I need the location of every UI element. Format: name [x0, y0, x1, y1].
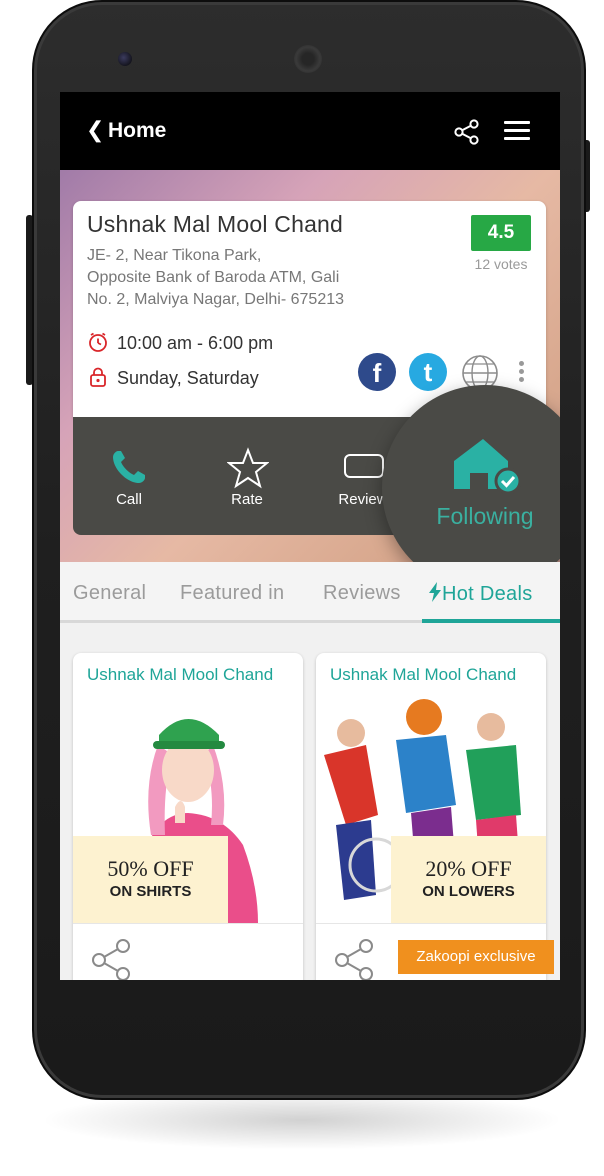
earpiece-speaker	[294, 45, 322, 73]
votes-count: 12 votes	[474, 256, 528, 272]
rate-button[interactable]: Rate	[192, 417, 302, 535]
exclusive-badge: Zakoopi exclusive	[398, 940, 554, 974]
chevron-left-icon[interactable]: ❮	[86, 118, 104, 144]
divider	[73, 923, 303, 924]
page-title[interactable]: Home	[108, 118, 166, 144]
call-button[interactable]: Call	[74, 417, 184, 535]
home-follow-icon	[454, 439, 522, 495]
phone-icon	[113, 451, 145, 483]
offer-detail: ON SHIRTS	[109, 883, 192, 900]
closed-days-row: Sunday, Saturday	[87, 366, 259, 389]
tab-featured-in[interactable]: Featured in	[180, 582, 284, 605]
offer-banner: 20% OFF ON LOWERS	[391, 836, 546, 923]
address-line: No. 2, Malviya Nagar, Delhi- 675213	[87, 291, 345, 308]
tab-general[interactable]: General	[73, 582, 146, 605]
tab-hot-deals[interactable]: Hot Deals	[428, 582, 533, 606]
offer-banner: 50% OFF ON SHIRTS	[73, 836, 228, 923]
deal-card[interactable]: Ushnak Mal Mool Chand 20% OFF ON LOWERS	[316, 653, 546, 980]
review-bubble-icon	[344, 454, 384, 478]
deals-list: Ushnak Mal Mool Chand 50% OFF ON SHIRTS	[60, 623, 560, 980]
more-options-icon[interactable]	[519, 361, 525, 383]
tab-reviews[interactable]: Reviews	[323, 582, 401, 605]
deal-store-name: Ushnak Mal Mool Chand	[87, 665, 274, 684]
lightning-icon	[429, 582, 441, 602]
tab-bar: General Featured in Reviews Hot Deals	[60, 562, 560, 624]
offer-percent: 50% OFF	[107, 856, 194, 881]
hours-text: 10:00 am - 6:00 pm	[117, 333, 274, 353]
star-icon	[227, 447, 269, 489]
tab-hot-deals-label: Hot Deals	[442, 583, 533, 605]
front-camera	[118, 52, 132, 66]
address-line: Opposite Bank of Baroda ATM, Gali	[87, 269, 340, 286]
deal-store-name: Ushnak Mal Mool Chand	[330, 665, 517, 684]
deal-card[interactable]: Ushnak Mal Mool Chand 50% OFF ON SHIRTS	[73, 653, 303, 980]
hours-row: 10:00 am - 6:00 pm	[87, 331, 273, 354]
app-screen: ❮ Home Ushnak Mal Mool Chand 4.5 12 vote…	[60, 92, 560, 980]
closed-days-text: Sunday, Saturday	[117, 368, 259, 388]
facebook-icon[interactable]: f	[358, 353, 396, 391]
offer-detail: ON LOWERS	[422, 883, 515, 900]
share-icon[interactable]	[332, 938, 376, 980]
twitter-icon[interactable]: t	[409, 353, 447, 391]
share-icon[interactable]	[453, 118, 481, 146]
share-icon[interactable]	[89, 938, 133, 980]
app-bar: ❮ Home	[60, 92, 560, 170]
rating-badge: 4.5	[471, 215, 531, 251]
offer-percent: 20% OFF	[425, 856, 512, 881]
hamburger-menu-icon[interactable]	[504, 121, 530, 141]
rate-label: Rate	[231, 491, 263, 508]
following-label: Following	[436, 503, 534, 529]
lock-icon	[90, 367, 106, 387]
call-label: Call	[116, 491, 142, 508]
clock-icon	[89, 332, 107, 352]
business-address: JE- 2, Near Tikona Park, Opposite Bank o…	[87, 245, 457, 311]
divider	[316, 923, 546, 924]
address-line: JE- 2, Near Tikona Park,	[87, 247, 262, 264]
business-name: Ushnak Mal Mool Chand	[87, 211, 344, 237]
